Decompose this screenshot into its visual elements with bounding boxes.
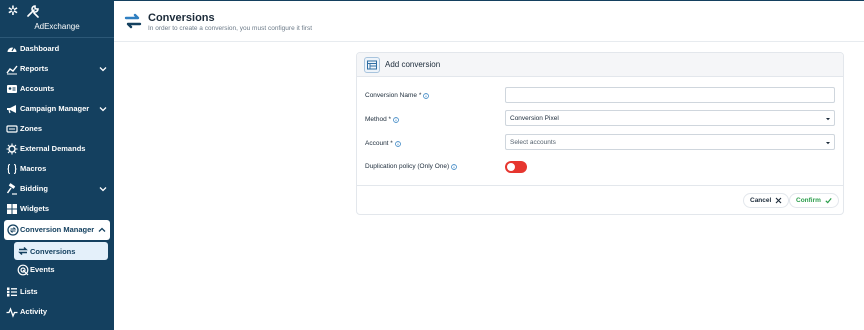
account-label: Account *	[365, 140, 401, 147]
close-icon	[775, 197, 782, 204]
sidebar-item-label: Accounts	[20, 84, 55, 93]
info-icon[interactable]	[394, 140, 401, 147]
sidebar-item-label: Macros	[20, 164, 47, 173]
duplication-policy-label: Duplication policy (Only One)	[365, 163, 458, 170]
sidebar-item-label: Events	[30, 265, 55, 274]
account-label-text: Account *	[365, 140, 393, 147]
account-placeholder: Select accounts	[510, 139, 556, 146]
conversion-manager-icon	[7, 224, 19, 236]
page-title: Conversions	[148, 12, 215, 24]
sidebar-item-label: Lists	[20, 287, 38, 296]
cancel-button[interactable]: Cancel	[743, 193, 790, 208]
sidebar-item-label: Zones	[20, 124, 43, 133]
brand-name: AdExchange	[34, 22, 80, 31]
sidebar-item-activity[interactable]: Activity	[0, 302, 114, 322]
method-select[interactable]: Conversion Pixel	[505, 110, 835, 126]
sidebar-item-label: Reports	[20, 64, 49, 73]
card-footer-divider	[357, 185, 843, 186]
info-icon[interactable]	[451, 163, 458, 170]
sidebar-item-events[interactable]: Events	[14, 260, 108, 280]
conversion-name-label: Conversion Name *	[365, 92, 430, 99]
sidebar: ✲ AdExchange Dashboard Reports Accounts …	[0, 0, 114, 330]
duplication-policy-toggle[interactable]	[505, 161, 527, 173]
conversions-icon	[124, 11, 142, 31]
sidebar-item-macros[interactable]: Macros	[0, 159, 114, 179]
sidebar-item-zones[interactable]: Zones	[0, 119, 114, 139]
braces-icon	[6, 163, 18, 175]
sidebar-header: ✲ AdExchange	[0, 0, 114, 38]
megaphone-icon	[6, 103, 18, 115]
sidebar-item-label: Activity	[20, 307, 48, 316]
check-icon	[825, 197, 832, 204]
method-selected-value: Conversion Pixel	[510, 115, 559, 122]
sidebar-item-lists[interactable]: Lists	[0, 282, 114, 302]
sidebar-item-reports[interactable]: Reports	[0, 59, 114, 79]
form-table-icon	[364, 57, 380, 73]
chevron-down-icon[interactable]	[98, 184, 108, 194]
method-label: Method *	[365, 116, 399, 123]
conversion-name-input[interactable]	[505, 87, 835, 103]
zone-icon	[6, 123, 18, 135]
chevron-down-icon[interactable]	[98, 104, 108, 114]
caret-down-icon	[825, 140, 831, 146]
sidebar-item-label: Dashboard	[20, 44, 60, 53]
tools-icon[interactable]	[26, 4, 40, 18]
cancel-button-label: Cancel	[750, 197, 772, 204]
account-select[interactable]: Select accounts	[505, 134, 835, 150]
snowflake-icon[interactable]: ✲	[6, 4, 20, 18]
target-events-icon	[17, 264, 29, 276]
line-chart-icon	[6, 63, 18, 75]
sidebar-item-conversions[interactable]: Conversions	[14, 242, 108, 260]
conversion-arrows-icon	[17, 245, 29, 257]
widgets-grid-icon	[6, 203, 18, 215]
account-card-icon	[6, 83, 18, 95]
sidebar-item-label: Conversions	[30, 247, 76, 256]
sidebar-item-label: Campaign Manager	[20, 104, 90, 113]
sidebar-item-accounts[interactable]: Accounts	[0, 79, 114, 99]
activity-pulse-icon	[6, 306, 18, 318]
sidebar-item-campaign-manager[interactable]: Campaign Manager	[0, 99, 114, 119]
list-icon	[6, 286, 18, 298]
card-title: Add conversion	[385, 60, 441, 69]
sidebar-item-label: Conversion Manager	[20, 225, 95, 234]
sidebar-item-widgets[interactable]: Widgets	[0, 199, 114, 219]
sidebar-item-label: Bidding	[20, 184, 48, 193]
toggle-knob	[507, 163, 515, 171]
sidebar-item-label: Widgets	[20, 204, 50, 213]
sidebar-item-conversion-manager[interactable]: Conversion Manager	[4, 220, 110, 240]
caret-down-icon	[825, 116, 831, 122]
confirm-button[interactable]: Confirm	[789, 193, 839, 208]
sidebar-item-dashboard[interactable]: Dashboard	[0, 39, 114, 59]
sidebar-item-bidding[interactable]: Bidding	[0, 179, 114, 199]
info-icon[interactable]	[423, 92, 430, 99]
confirm-button-label: Confirm	[796, 197, 821, 204]
header-accent-line	[114, 0, 864, 1]
sidebar-item-label: External Demands	[20, 144, 86, 153]
gauge-icon	[6, 43, 18, 55]
gavel-icon	[6, 183, 18, 195]
cog-star-icon	[6, 143, 18, 155]
conversion-name-label-text: Conversion Name *	[365, 92, 422, 99]
add-conversion-card: Add conversion Conversion Name * Method …	[356, 52, 844, 215]
sidebar-item-external-demands[interactable]: External Demands	[0, 139, 114, 159]
page-header	[114, 0, 864, 42]
page-subtitle: In order to create a conversion, you mus…	[148, 25, 313, 32]
duplication-policy-label-text: Duplication policy (Only One)	[365, 163, 450, 170]
chevron-up-icon[interactable]	[97, 225, 107, 235]
info-icon[interactable]	[393, 116, 399, 123]
card-header: Add conversion	[357, 53, 843, 77]
chevron-down-icon[interactable]	[98, 64, 108, 74]
method-label-text: Method *	[365, 116, 392, 123]
